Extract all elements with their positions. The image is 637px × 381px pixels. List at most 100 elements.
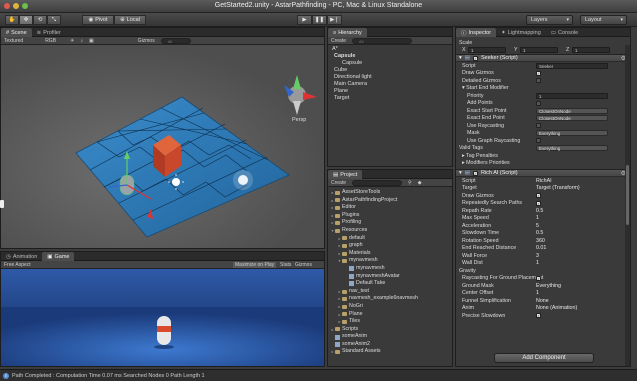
property-dropdown[interactable]: ClosestOnNode <box>536 107 608 114</box>
maximize-on-play-toggle[interactable]: Maximize on Play <box>233 261 277 268</box>
scale-z-field[interactable]: 1 <box>572 47 610 54</box>
property-value[interactable]: Everything <box>536 283 561 289</box>
property-value[interactable]: 1 <box>536 215 539 221</box>
property-value[interactable]: 1 <box>536 260 539 266</box>
valid-tags-dropdown[interactable]: Everything <box>536 145 608 152</box>
property-dropdown[interactable]: Everything <box>536 130 608 137</box>
step-button[interactable]: ▶❘ <box>327 15 342 25</box>
project-item[interactable]: ▾ Resources <box>328 227 452 235</box>
property-checkbox[interactable]: ✓ <box>536 275 541 281</box>
property-value[interactable]: 0.01 <box>536 245 546 251</box>
property-value[interactable]: Target (Transform) <box>536 185 580 191</box>
project-item[interactable]: ▸ Plane <box>328 311 452 319</box>
status-bar[interactable]: i Path Completed : Computation Time 0.07… <box>0 369 637 381</box>
inspector-scrollbar[interactable] <box>625 45 630 366</box>
project-create-dropdown[interactable]: Create <box>331 180 346 186</box>
project-item[interactable]: ▸ Editor <box>328 204 452 212</box>
rotate-tool-button[interactable]: ⟲ <box>33 15 47 25</box>
play-button[interactable]: ▶ <box>297 15 312 25</box>
tab-hierarchy[interactable]: ≡ Hierarchy <box>328 28 367 37</box>
game-gizmos-dropdown[interactable]: Gizmos <box>295 262 312 268</box>
property-value[interactable]: 1 <box>536 290 539 296</box>
audio-toggle-icon[interactable]: ♪ <box>81 38 84 44</box>
hierarchy-item[interactable]: Capsule <box>328 60 452 67</box>
hand-tool-button[interactable]: ✋ <box>5 15 19 25</box>
property-checkbox[interactable] <box>536 138 541 144</box>
tab-animation[interactable]: ◷ Animation <box>1 252 42 261</box>
persp-label[interactable]: Persp <box>292 117 306 123</box>
project-item[interactable]: ▸ Profiling <box>328 219 452 227</box>
tab-project[interactable]: ▤ Project <box>328 170 363 179</box>
project-item[interactable]: ▸ Standard Assets <box>328 348 452 356</box>
effects-toggle-icon[interactable]: ▣ <box>89 38 94 44</box>
tab-profiler[interactable]: ≋ Profiler <box>32 28 66 37</box>
project-item[interactable]: ▸ default <box>328 235 452 243</box>
aspect-dropdown[interactable]: Free Aspect <box>4 262 31 268</box>
inspector-scroll-thumb[interactable] <box>626 165 629 225</box>
pivot-button[interactable]: ◉ Pivot <box>82 15 114 25</box>
property-value[interactable]: None (Animation) <box>536 305 577 311</box>
tab-game[interactable]: ▣ Game <box>42 252 75 261</box>
local-button[interactable]: ⊕ Local <box>114 15 146 25</box>
scale-tool-button[interactable]: ⤡ <box>47 15 61 25</box>
property-value[interactable]: 3 <box>536 253 539 259</box>
richai-component-header[interactable]: ▾ ▤ ✓ Rich AI (Script) ⚙ <box>456 169 630 177</box>
property-dropdown[interactable]: ClosestOnNode <box>536 115 608 122</box>
scene-search-input[interactable]: All <box>160 37 191 44</box>
property-value[interactable]: 0.5 <box>536 208 543 214</box>
resize-handle[interactable] <box>0 200 4 208</box>
project-item[interactable]: ▸ NoGri <box>328 303 452 311</box>
render-mode-dropdown[interactable]: RGB <box>45 38 56 44</box>
project-item[interactable]: ▸ nav_test <box>328 288 452 296</box>
light-icon-2[interactable] <box>233 170 253 190</box>
project-item[interactable]: ▸ AssetStoreTools <box>328 189 452 197</box>
project-item[interactable]: ▸ Plugins <box>328 212 452 220</box>
tab-console[interactable]: ▭ Console <box>546 28 583 37</box>
tab-lightmapping[interactable]: ✦ Lightmapping <box>496 28 546 37</box>
scale-x-field[interactable]: 1 <box>468 47 506 54</box>
project-search-input[interactable] <box>352 179 403 186</box>
project-item[interactable]: Default Take <box>328 280 452 288</box>
project-item[interactable]: ▸ Materials <box>328 250 452 258</box>
property-checkbox[interactable]: ✓ <box>536 70 541 76</box>
pause-button[interactable]: ❚❚ <box>312 15 327 25</box>
sun-toggle-icon[interactable]: ☀ <box>70 38 74 44</box>
project-item[interactable]: ▸ AstarPathfindingProject <box>328 197 452 205</box>
hierarchy-item[interactable]: Main Camera <box>328 81 452 88</box>
hierarchy-item[interactable]: Plane <box>328 88 452 95</box>
shading-mode-dropdown[interactable]: Textured <box>4 38 23 44</box>
property-checkbox[interactable]: ✓ <box>536 313 541 319</box>
gizmos-dropdown[interactable]: Gizmos <box>138 38 155 44</box>
tab-scene[interactable]: # Scene <box>1 28 32 37</box>
seeker-script-field[interactable]: Seeker <box>536 62 608 69</box>
layers-dropdown[interactable]: Layers <box>526 15 573 25</box>
tab-inspector[interactable]: ⓘ Inspector <box>456 28 497 37</box>
property-checkbox[interactable]: ✓ <box>536 200 541 206</box>
tag-penalties-row[interactable]: ▸ Tag Penalties <box>456 152 630 160</box>
project-item[interactable]: ▸ Tiles <box>328 318 452 326</box>
property-checkbox[interactable]: ✓ <box>536 193 541 199</box>
stats-toggle[interactable]: Stats <box>280 262 291 268</box>
hierarchy-item[interactable]: Target <box>328 95 452 102</box>
hierarchy-search-input[interactable]: All <box>352 37 413 44</box>
modifier-priorities-row[interactable]: ▸ Modifiers Priorities <box>456 160 630 168</box>
property-value[interactable]: None <box>536 298 549 304</box>
game-viewport[interactable] <box>1 269 324 366</box>
property-value[interactable]: 0.5 <box>536 230 543 236</box>
ground-plane[interactable] <box>75 96 290 238</box>
add-component-button[interactable]: Add Component <box>494 353 594 363</box>
project-item[interactable]: ▸ graph <box>328 242 452 250</box>
property-checkbox[interactable] <box>536 100 541 106</box>
hierarchy-item[interactable]: Cube <box>328 67 452 74</box>
project-item[interactable]: someAnim2 <box>328 341 452 349</box>
project-item[interactable]: ▸ Scripts <box>328 326 452 334</box>
project-item[interactable]: ▾ mynavmesh <box>328 257 452 265</box>
filter-by-label-icon[interactable]: ◆ <box>418 180 422 186</box>
property-value[interactable]: 5 <box>536 223 539 229</box>
project-item[interactable]: someAnim <box>328 333 452 341</box>
move-tool-button[interactable]: ✥ <box>19 15 33 25</box>
project-item[interactable]: ▸ navmesh_example6navmesh <box>328 295 452 303</box>
property-checkbox[interactable] <box>536 123 541 129</box>
property-value[interactable]: RichAI <box>536 178 552 184</box>
start-end-modifier-row[interactable]: ▾ Start End Modifier <box>456 85 630 93</box>
